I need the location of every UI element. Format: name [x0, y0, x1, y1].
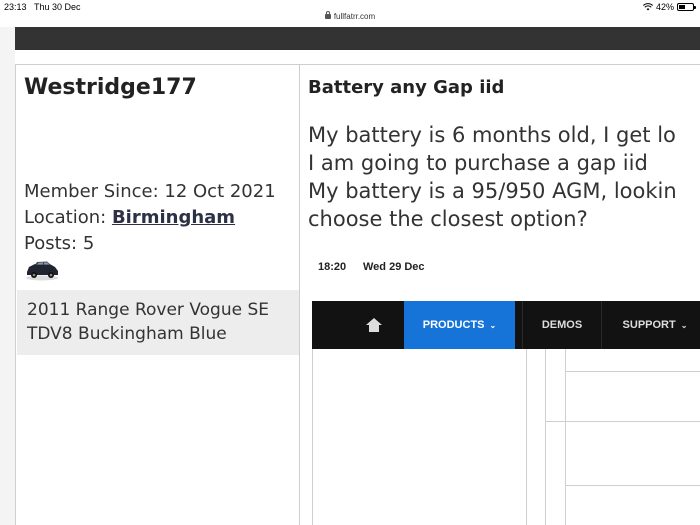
- post-body-line: My battery is 6 months old, I get lo: [308, 123, 676, 147]
- divider: [526, 349, 527, 525]
- divider: [545, 421, 700, 422]
- divider: [565, 349, 566, 525]
- nav-home: [351, 301, 397, 349]
- battery-icon: [677, 3, 696, 11]
- status-indicators: 42%: [642, 2, 696, 12]
- status-time: 23:13: [4, 2, 27, 12]
- attachment-status-date: Wed 29 Dec: [363, 261, 425, 273]
- site-top-bar: [15, 27, 700, 50]
- lock-icon: [324, 11, 331, 19]
- page-margin: [0, 27, 15, 525]
- divider: [545, 349, 546, 525]
- post-body: My battery is 6 months old, I get lo I a…: [308, 121, 677, 233]
- post-body-line: I am going to purchase a gap iid: [308, 151, 648, 175]
- battery-percent: 42%: [655, 2, 674, 12]
- divider: [312, 349, 313, 525]
- car-avatar-icon: [26, 261, 58, 281]
- chevron-down-icon: ⌄: [680, 320, 688, 330]
- attachment-nav-bar: PRODUCTS ⌄ DEMOS SUPPORT ⌄: [312, 301, 700, 349]
- chevron-down-icon: ⌄: [489, 320, 497, 330]
- member-since: Member Since: 12 Oct 2021: [24, 181, 276, 202]
- wifi-icon: [642, 3, 653, 11]
- attached-screenshot[interactable]: 18:20 Wed 29 Dec PRODUCTS ⌄ DEMOS SUPPORT…: [301, 255, 700, 525]
- user-meta: Member Since: 12 Oct 2021 Location: Birm…: [24, 179, 276, 257]
- divider: [565, 485, 700, 486]
- url-text: fullfatrr.com: [333, 12, 376, 21]
- location-link[interactable]: Birmingham: [112, 207, 235, 228]
- attachment-status-time: 18:20: [318, 261, 347, 273]
- forum-post: Westridge177 Member Since: 12 Oct 2021 L…: [15, 64, 700, 525]
- user-info-panel: Westridge177 Member Since: 12 Oct 2021 L…: [16, 65, 300, 525]
- post-content: Battery any Gap iid My battery is 6 mont…: [301, 65, 700, 525]
- post-body-line: choose the closest option?: [308, 207, 588, 231]
- post-title: Battery any Gap iid: [308, 77, 505, 98]
- post-count: Posts: 5: [24, 233, 95, 254]
- status-date: Thu 30 Dec: [34, 2, 81, 12]
- location: Location: Birmingham: [24, 207, 236, 228]
- nav-demos: DEMOS: [522, 301, 602, 349]
- address-bar[interactable]: fullfatrr.com: [0, 11, 700, 26]
- divider: [565, 371, 700, 372]
- user-signature: 2011 Range Rover Vogue SE TDV8 Buckingha…: [17, 290, 299, 355]
- nav-support: SUPPORT ⌄: [622, 319, 688, 331]
- username[interactable]: Westridge177: [24, 75, 197, 100]
- post-body-line: My battery is a 95/950 AGM, lookin: [308, 179, 677, 203]
- nav-products: PRODUCTS ⌄: [404, 301, 515, 349]
- home-icon: [366, 318, 382, 332]
